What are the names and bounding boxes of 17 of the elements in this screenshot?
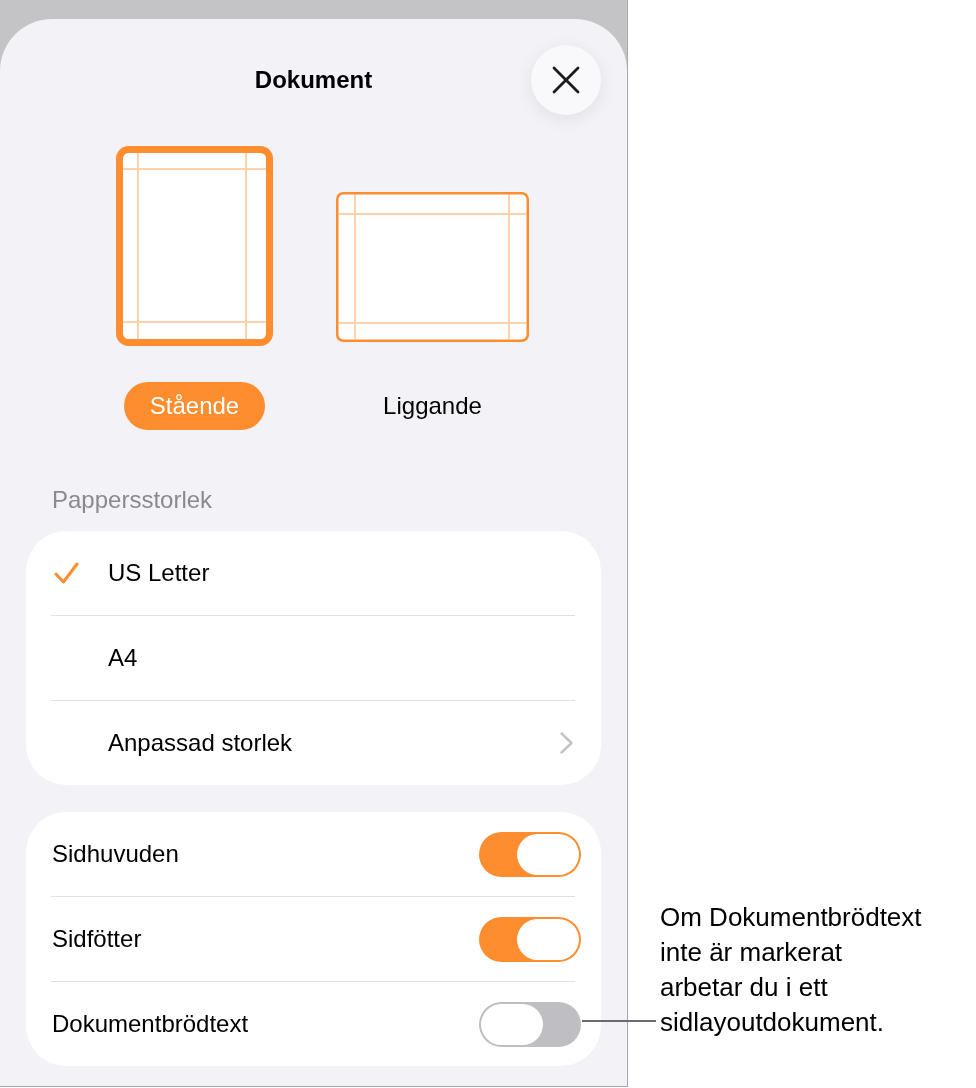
switch-label: Sidhuvuden: [52, 839, 179, 869]
toggle-switch[interactable]: [479, 831, 581, 877]
portrait-page-icon[interactable]: [116, 146, 273, 346]
switch-label: Sidfötter: [52, 924, 142, 954]
orientation-button[interactable]: Liggande: [357, 382, 508, 430]
sheet-title: Dokument: [254, 65, 373, 95]
paper-size-option[interactable]: Anpassad storlek: [26, 701, 601, 785]
toggle-switch[interactable]: [479, 916, 581, 962]
paper-size-option[interactable]: A4: [26, 616, 601, 700]
section-heading: Pappersstorlek: [52, 485, 213, 515]
landscape-page-icon[interactable]: [336, 192, 529, 342]
close-icon: [552, 66, 580, 94]
switch-label: Dokumentbrödtext: [52, 1009, 249, 1039]
callout-text: Om Dokumentbrödtext inte är markerat arbetar du i ett sidlayoutdokument.: [660, 901, 923, 1039]
chevron-right-icon: [560, 732, 573, 754]
paper-size-option[interactable]: US Letter: [26, 531, 601, 615]
toggle-switch[interactable]: [479, 1001, 581, 1047]
